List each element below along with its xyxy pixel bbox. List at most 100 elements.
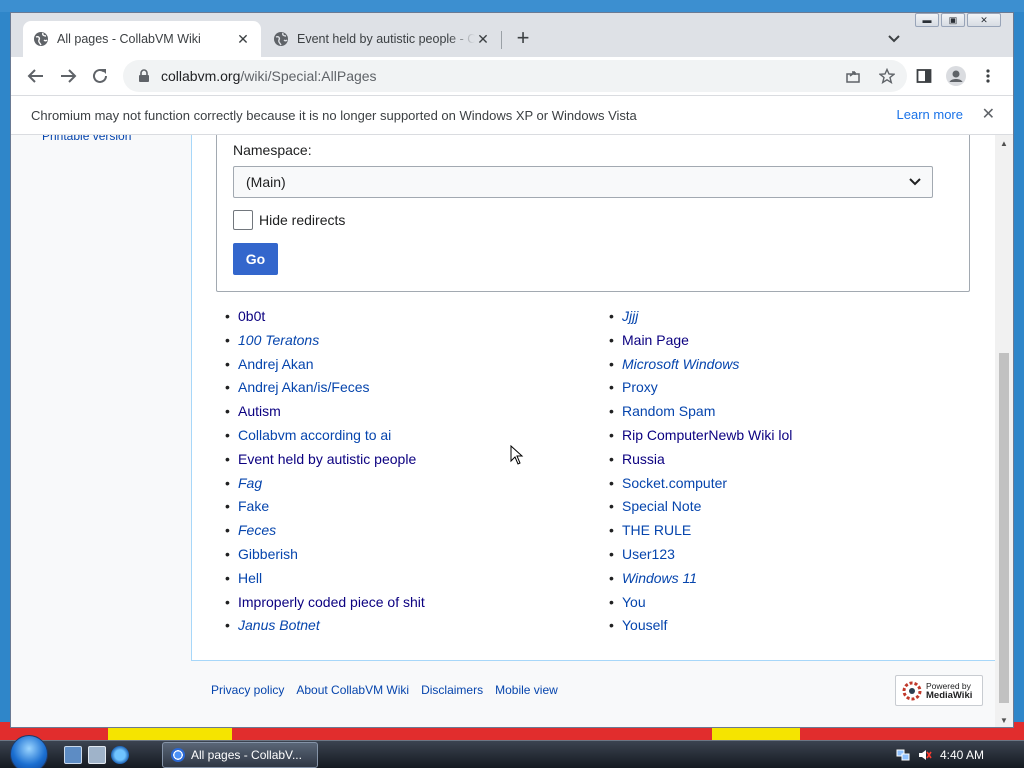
chevron-down-icon — [909, 178, 921, 186]
close-icon[interactable]: ✕ — [982, 104, 995, 124]
mobile-view-link[interactable]: Mobile view — [495, 683, 558, 697]
namespace-label: Namespace: — [233, 142, 312, 158]
list-item[interactable]: Gibberish — [216, 543, 425, 567]
list-item[interactable]: Russia — [600, 448, 792, 472]
list-item[interactable]: Andrej Akan/is/Feces — [216, 376, 425, 400]
reload-icon — [93, 68, 107, 83]
network-icon[interactable] — [896, 748, 910, 762]
namespace-value: (Main) — [246, 174, 286, 190]
new-tab-button[interactable]: + — [511, 27, 535, 51]
list-item[interactable]: Fag — [216, 472, 425, 496]
list-item[interactable]: Jjjj — [600, 305, 792, 329]
start-button[interactable] — [10, 735, 48, 768]
globe-icon — [274, 32, 288, 46]
internet-explorer-icon[interactable] — [111, 746, 129, 764]
list-item[interactable]: Fake — [216, 495, 425, 519]
hide-redirects-checkbox[interactable] — [233, 210, 253, 230]
side-panel-icon — [916, 69, 932, 83]
back-button[interactable] — [23, 63, 49, 89]
chevron-down-icon[interactable] — [883, 27, 905, 49]
disclaimers-link[interactable]: Disclaimers — [421, 683, 483, 697]
forward-button[interactable] — [55, 63, 81, 89]
list-item[interactable]: Andrej Akan — [216, 353, 425, 377]
pages-list-left: 0b0t 100 Teratons Andrej Akan Andrej Aka… — [216, 305, 425, 638]
side-panel-button[interactable] — [911, 63, 937, 89]
reload-button[interactable] — [87, 63, 113, 89]
list-item[interactable]: Feces — [216, 519, 425, 543]
content-area: Namespace: (Main) Hide redirects Go 0b0t… — [191, 135, 997, 661]
tab-title: Event held by autistic people - Co — [297, 32, 475, 46]
arrow-left-icon — [27, 69, 43, 83]
tab-separator — [501, 31, 502, 49]
list-item[interactable]: Rip ComputerNewb Wiki lol — [600, 424, 792, 448]
tab-all-pages[interactable]: All pages - CollabVM Wiki ✕ — [23, 21, 261, 57]
page-viewport: Printable version Namespace: (Main) Hide… — [11, 135, 997, 727]
about-link[interactable]: About CollabVM Wiki — [296, 683, 409, 697]
powered-by-mediawiki-badge[interactable]: Powered by MediaWiki — [895, 675, 983, 706]
minimize-button[interactable]: ▬ — [915, 13, 939, 27]
list-item[interactable]: Collabvm according to ai — [216, 424, 425, 448]
window-controls: ▬ ▣ ✕ — [915, 13, 1001, 27]
tab-event-held[interactable]: Event held by autistic people - Co ✕ — [263, 21, 501, 57]
share-icon[interactable] — [843, 66, 863, 86]
list-item[interactable]: Improperly coded piece of shit — [216, 591, 425, 615]
switch-windows-icon[interactable] — [88, 746, 106, 764]
lock-icon[interactable] — [137, 69, 151, 83]
go-button[interactable]: Go — [233, 243, 278, 275]
allpages-form: Namespace: (Main) Hide redirects Go — [216, 135, 970, 292]
list-item[interactable]: 100 Teratons — [216, 329, 425, 353]
star-icon[interactable] — [877, 66, 897, 86]
list-item[interactable]: Socket.computer — [600, 472, 792, 496]
show-desktop-icon[interactable] — [64, 746, 82, 764]
printable-version-link[interactable]: Printable version — [42, 135, 131, 143]
infobar-message: Chromium may not function correctly beca… — [31, 107, 637, 123]
taskbar-task-label: All pages - CollabV... — [191, 748, 302, 762]
taskbar-chromium-button[interactable]: All pages - CollabV... — [162, 742, 318, 768]
list-item[interactable]: Hell — [216, 567, 425, 591]
list-item[interactable]: Proxy — [600, 376, 792, 400]
scrollbar-thumb[interactable] — [999, 353, 1009, 703]
menu-button[interactable] — [975, 63, 1001, 89]
tab-close-icon[interactable]: ✕ — [235, 31, 251, 47]
address-bar[interactable]: collabvm.org/wiki/Special:AllPages — [123, 60, 907, 92]
list-item[interactable]: Youself — [600, 614, 792, 638]
clock[interactable]: 4:40 AM — [940, 748, 984, 762]
namespace-select[interactable]: (Main) — [233, 166, 933, 198]
hide-redirects-label: Hide redirects — [259, 212, 346, 228]
profile-button[interactable] — [943, 63, 969, 89]
list-item[interactable]: Windows 11 — [600, 567, 792, 591]
desktop-wallpaper-top — [0, 0, 1024, 12]
list-item[interactable]: 0b0t — [216, 305, 425, 329]
browser-toolbar: collabvm.org/wiki/Special:AllPages — [11, 57, 1013, 95]
powered-by-line2: MediaWiki — [926, 689, 973, 701]
list-item[interactable]: Janus Botnet — [216, 614, 425, 638]
volume-muted-icon[interactable] — [918, 748, 932, 762]
url-path: /wiki/Special:AllPages — [240, 68, 377, 84]
maximize-button[interactable]: ▣ — [941, 13, 965, 27]
browser-window: All pages - CollabVM Wiki ✕ Event held b… — [10, 12, 1014, 728]
list-item[interactable]: You — [600, 591, 792, 615]
learn-more-link[interactable]: Learn more — [897, 107, 963, 122]
list-item[interactable]: User123 — [600, 543, 792, 567]
more-vert-icon — [986, 69, 990, 83]
list-item[interactable]: Special Note — [600, 495, 792, 519]
page-scrollbar[interactable]: ▲ ▼ — [995, 135, 1013, 727]
list-item[interactable]: Random Spam — [600, 400, 792, 424]
unsupported-os-infobar: Chromium may not function correctly beca… — [11, 95, 1013, 135]
tab-strip: All pages - CollabVM Wiki ✕ Event held b… — [11, 13, 1013, 57]
footer-links: Privacy policy About CollabVM Wiki Discl… — [211, 683, 558, 697]
list-item[interactable]: THE RULE — [600, 519, 792, 543]
privacy-policy-link[interactable]: Privacy policy — [211, 683, 284, 697]
scroll-up-icon[interactable]: ▲ — [1000, 139, 1008, 148]
url-host: collabvm.org — [161, 68, 241, 84]
list-item[interactable]: Microsoft Windows — [600, 353, 792, 377]
list-item[interactable]: Event held by autistic people — [216, 448, 425, 472]
omnibox-actions — [843, 66, 897, 86]
mediawiki-logo-icon — [902, 681, 922, 700]
close-window-button[interactable]: ✕ — [967, 13, 1001, 27]
list-item[interactable]: Autism — [216, 400, 425, 424]
scroll-down-icon[interactable]: ▼ — [1000, 716, 1008, 725]
tab-close-icon[interactable]: ✕ — [475, 31, 491, 47]
mouse-cursor-icon — [510, 445, 524, 465]
list-item[interactable]: Main Page — [600, 329, 792, 353]
